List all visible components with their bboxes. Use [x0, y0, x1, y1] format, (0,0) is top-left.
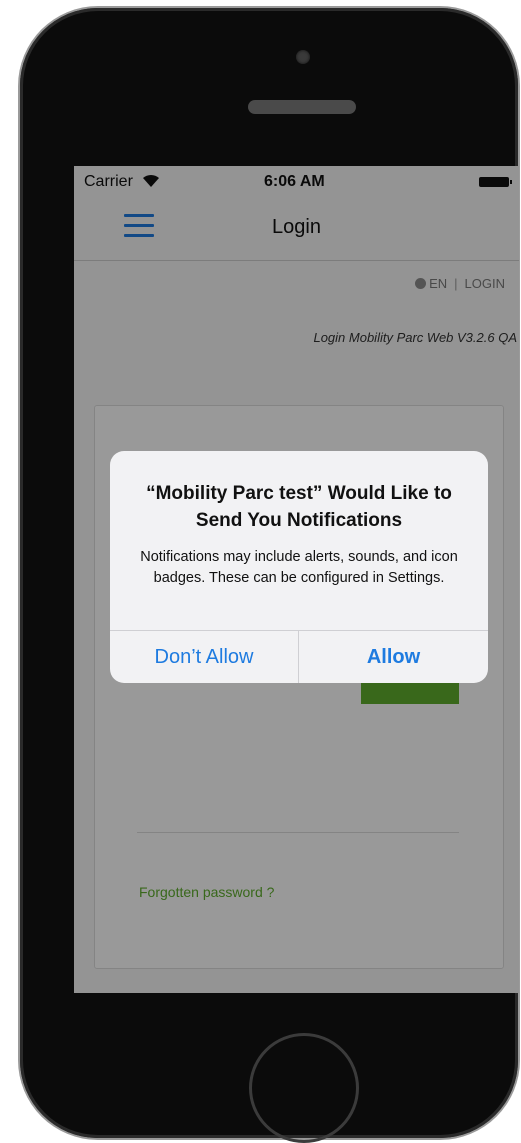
- earpiece-speaker: [248, 100, 356, 114]
- phone-frame: Carrier 6:06 AM Login EN | LOGIN Login Mob…: [20, 8, 519, 1143]
- dont-allow-button[interactable]: Don’t Allow: [110, 631, 299, 683]
- alert-actions: Don’t Allow Allow: [110, 630, 488, 683]
- screen: Carrier 6:06 AM Login EN | LOGIN Login Mob…: [74, 166, 519, 993]
- home-button[interactable]: [249, 1033, 359, 1143]
- alert-message: Notifications may include alerts, sounds…: [140, 549, 458, 586]
- notification-permission-alert: “Mobility Parc test” Would Like to Send …: [110, 451, 488, 683]
- front-camera: [296, 50, 310, 64]
- alert-title: “Mobility Parc test” Would Like to Send …: [146, 483, 452, 531]
- allow-button[interactable]: Allow: [299, 631, 488, 683]
